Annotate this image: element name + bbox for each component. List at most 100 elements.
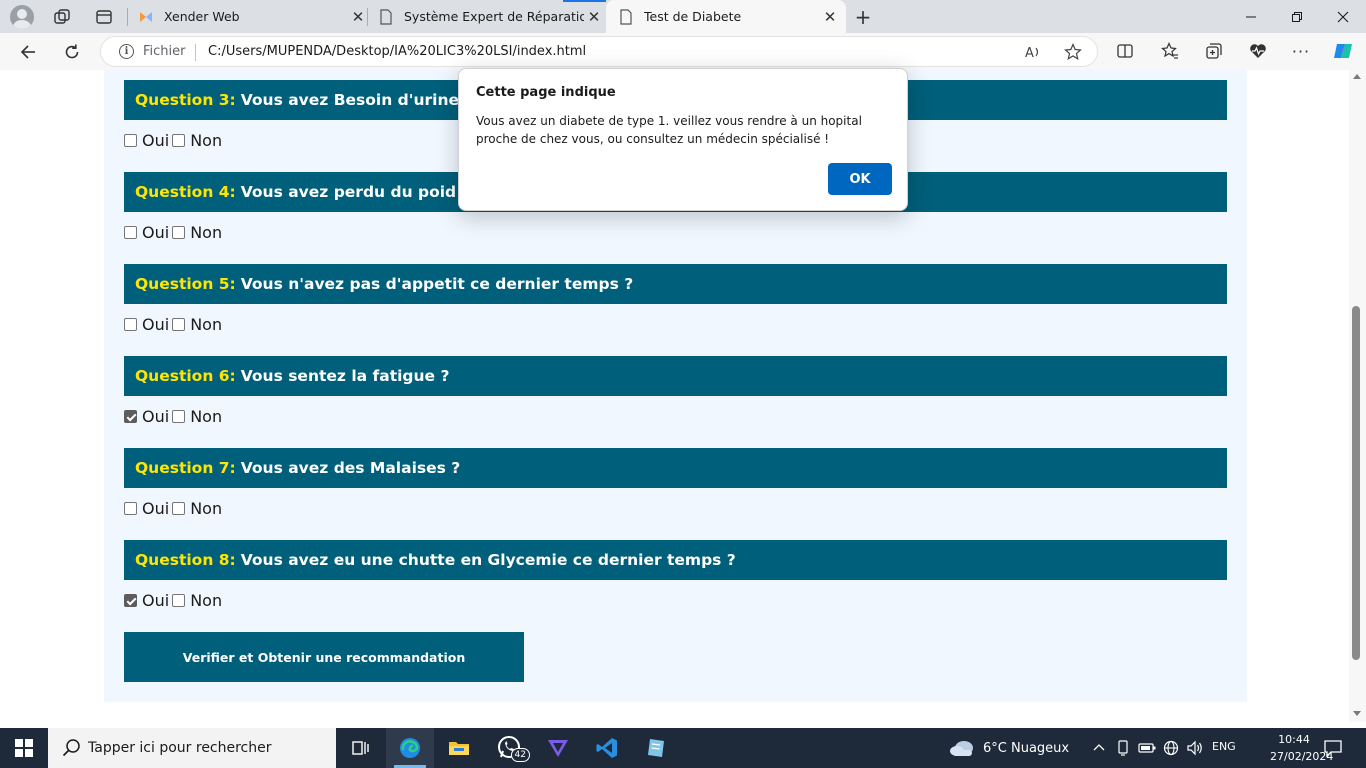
new-tab-icon[interactable]: + [852,5,874,29]
oui-label: Oui [142,131,170,150]
whatsapp-icon[interactable]: 42 [486,728,534,768]
vscode-icon[interactable] [583,728,631,768]
address-bar[interactable]: i Fichier C:/Users/MUPENDA/Desktop/IA%20… [100,36,1098,67]
dialog-title: Cette page indique [476,85,616,100]
close-tab-icon[interactable]: ✕ [820,8,840,26]
non-checkbox[interactable] [172,226,186,239]
back-icon[interactable] [15,39,41,65]
notifications-icon[interactable] [1322,737,1344,759]
scheme-label: Fichier [143,44,186,59]
ok-button[interactable]: OK [828,163,892,195]
question-7-header: Question 7: Vous avez des Malaises ? [124,448,1227,488]
collections-icon[interactable] [1202,39,1226,63]
close-window-icon[interactable] [1320,0,1366,33]
battery-icon[interactable] [1137,738,1157,758]
oui-checkbox[interactable] [124,134,137,147]
question-text: Vous avez Besoin d'uriner ? [240,91,482,109]
non-checkbox[interactable] [172,502,186,515]
verify-submit-button[interactable]: Verifier et Obtenir une recommandation [124,632,524,682]
question-number: Question 7: [135,459,236,477]
scroll-up-icon[interactable] [1353,74,1361,79]
system-clock[interactable]: 10:44 27/02/2024 [1270,731,1334,765]
oui-checkbox[interactable] [124,594,137,607]
clock-time: 10:44 [1278,733,1310,746]
question-3-answers: Oui Non [124,131,225,150]
read-aloud-icon[interactable]: A [1021,40,1045,64]
oui-checkbox[interactable] [124,318,137,331]
workspaces-icon[interactable] [51,6,73,28]
favorite-star-icon[interactable] [1061,40,1085,64]
oui-label: Oui [142,407,170,426]
tab-actions-icon[interactable] [93,6,115,28]
tab-title: Système Expert de Réparation d' [404,9,584,24]
site-info-icon[interactable]: i [119,44,134,59]
loading-indicator [563,0,606,2]
oui-checkbox[interactable] [124,502,137,515]
page-scrollbar[interactable] [1349,70,1366,722]
device-icon[interactable] [1113,738,1133,758]
edge-taskbar-icon[interactable] [386,728,434,768]
tab-test-de-diabete[interactable]: Test de Diabete ✕ [606,0,846,33]
question-8-answers: Oui Non [124,591,225,610]
tab-title: Xender Web [164,9,240,24]
question-4-answers: Oui Non [124,223,225,242]
question-8-header: Question 8: Vous avez eu une chutte en G… [124,540,1227,580]
non-label: Non [190,591,223,610]
favorites-icon[interactable] [1158,39,1182,63]
question-number: Question 4: [135,183,236,201]
non-label: Non [190,131,223,150]
scrollbar-thumb[interactable] [1352,306,1360,660]
tab-strip: Xender Web ✕ Système Expert de Réparatio… [0,0,1366,33]
windows-start-icon[interactable] [15,739,33,757]
weather-text: 6°C Nuageux [983,740,1070,756]
oui-checkbox[interactable] [124,410,137,423]
tab-xender-web[interactable]: Xender Web ✕ [138,0,368,33]
oui-checkbox[interactable] [124,226,137,239]
network-globe-icon[interactable] [1161,738,1181,758]
task-view-icon[interactable] [336,728,384,768]
whatsapp-badge: 42 [510,748,530,762]
scroll-down-icon[interactable] [1353,711,1361,716]
non-checkbox[interactable] [172,318,186,331]
restore-icon[interactable] [1274,0,1320,33]
file-explorer-icon[interactable] [435,728,483,768]
notepad-app-icon[interactable] [632,728,680,768]
minimize-icon[interactable] [1228,0,1274,33]
taskbar-search[interactable]: Tapper ici pour rechercher [48,728,336,768]
url-text[interactable]: C:/Users/MUPENDA/Desktop/IA%20LIC3%20LSI… [208,44,586,59]
oui-label: Oui [142,591,170,610]
question-6-header: Question 6: Vous sentez la fatigue ? [124,356,1227,396]
question-5-answers: Oui Non [124,315,225,334]
non-label: Non [190,407,223,426]
alert-dialog: Cette page indique Vous avez un diabete … [458,68,908,211]
xender-icon [140,11,152,22]
browser-essentials-icon[interactable] [1246,39,1270,63]
clock-date: 27/02/2024 [1270,750,1334,763]
search-placeholder: Tapper ici pour rechercher [88,740,272,756]
close-tab-icon[interactable]: ✕ [348,8,368,26]
oui-label: Oui [142,499,170,518]
close-tab-icon[interactable]: ✕ [584,8,604,26]
non-checkbox[interactable] [172,410,186,423]
question-6-answers: Oui Non [124,407,225,426]
tab-title: Test de Diabete [644,9,742,24]
non-label: Non [190,223,223,242]
windows-taskbar: Tapper ici pour rechercher 42 6°C Nuageu… [0,728,1366,768]
non-checkbox[interactable] [172,134,186,147]
language-indicator[interactable]: ENG [1212,740,1236,753]
profile-avatar-icon[interactable] [10,5,34,29]
volume-icon[interactable] [1185,738,1205,758]
vpn-app-icon[interactable] [534,728,582,768]
oui-label: Oui [142,223,170,242]
more-options-icon[interactable]: ··· [1289,39,1313,63]
question-number: Question 3: [135,91,236,109]
show-hidden-icons-chevron-icon[interactable] [1089,738,1109,758]
tab-systeme-expert[interactable]: Système Expert de Réparation d' ✕ [378,0,604,33]
question-text: Vous avez eu une chutte en Glycemie ce d… [240,551,736,569]
weather-widget[interactable]: 6°C Nuageux [948,728,1069,768]
non-checkbox[interactable] [172,594,186,607]
split-screen-icon[interactable] [1113,39,1137,63]
non-label: Non [190,315,223,334]
refresh-icon[interactable] [59,39,85,65]
copilot-icon[interactable] [1331,39,1355,63]
